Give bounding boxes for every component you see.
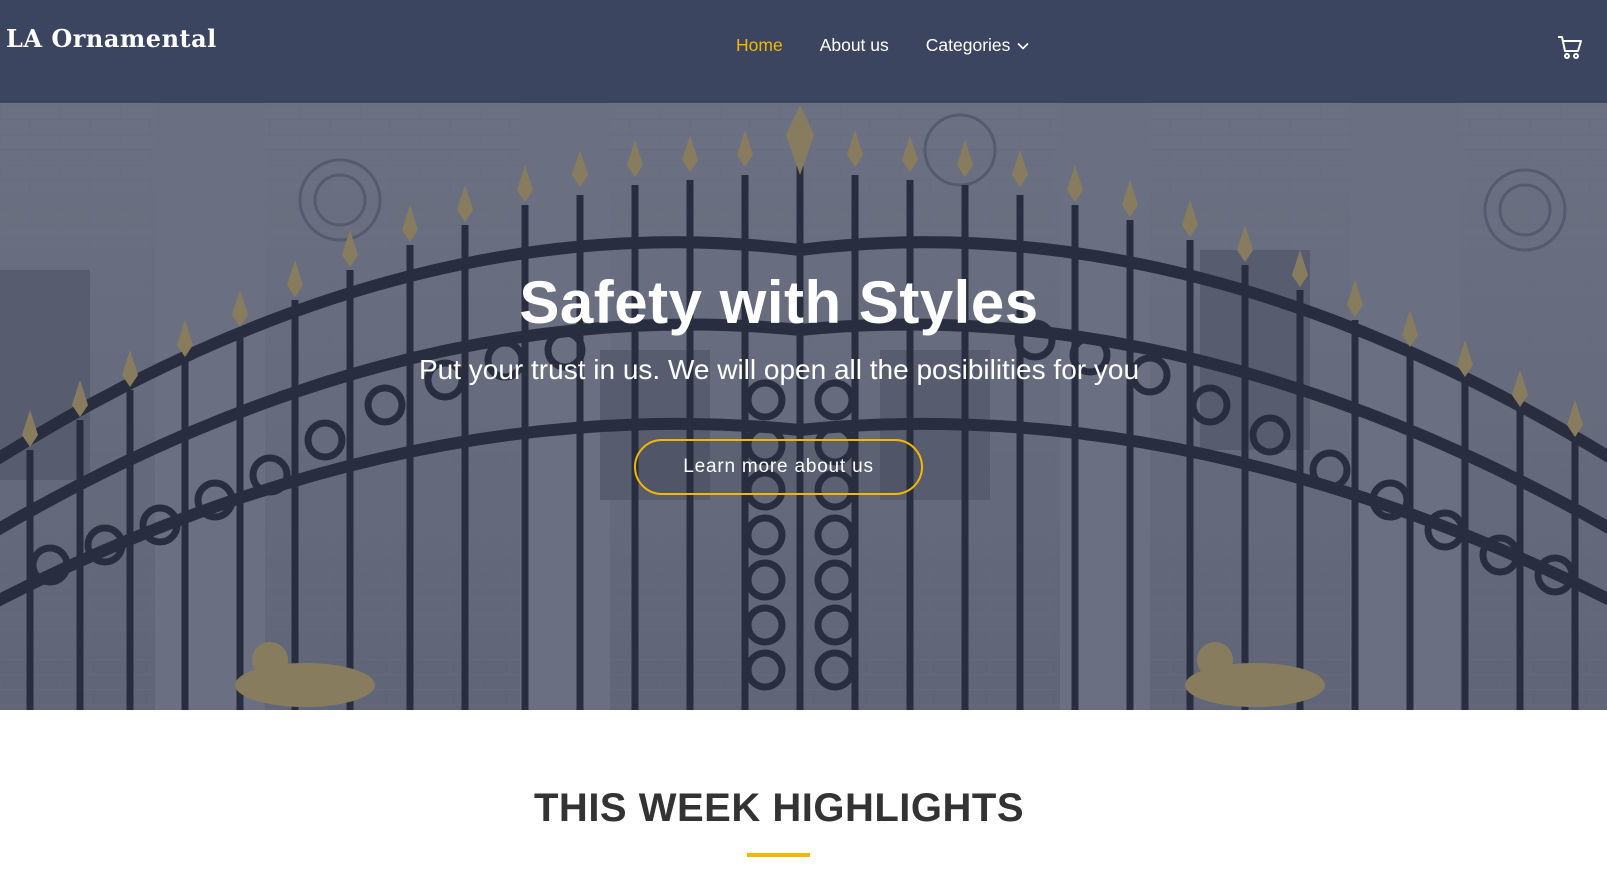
nav-item-home[interactable]: Home [736,35,783,56]
highlights-title: THIS WEEK HIGHLIGHTS [534,786,1024,830]
hero-section: Safety with Styles Put your trust in us.… [0,0,1607,710]
nav-item-label: About us [819,35,889,55]
cart-icon[interactable] [1557,34,1583,60]
nav-item-categories[interactable]: Categories [926,35,1031,56]
main-nav: Home About us Categories [736,35,1067,56]
navbar: LA Ornamental Home About us Categories [0,0,1607,103]
hero-subtitle: Put your trust in us. We will open all t… [418,354,1140,385]
hero-title: Safety with Styles [519,269,1039,336]
chevron-down-icon [1017,42,1029,50]
hero-content: Safety with Styles Put your trust in us.… [0,0,1607,710]
learn-more-button[interactable]: Learn more about us [634,439,923,495]
title-underline [747,853,810,857]
brand-logo[interactable]: LA Ornamental [6,24,217,53]
nav-item-about-us[interactable]: About us [820,35,889,56]
nav-item-label: Categories [925,35,1011,55]
nav-item-label: Home [736,35,783,55]
